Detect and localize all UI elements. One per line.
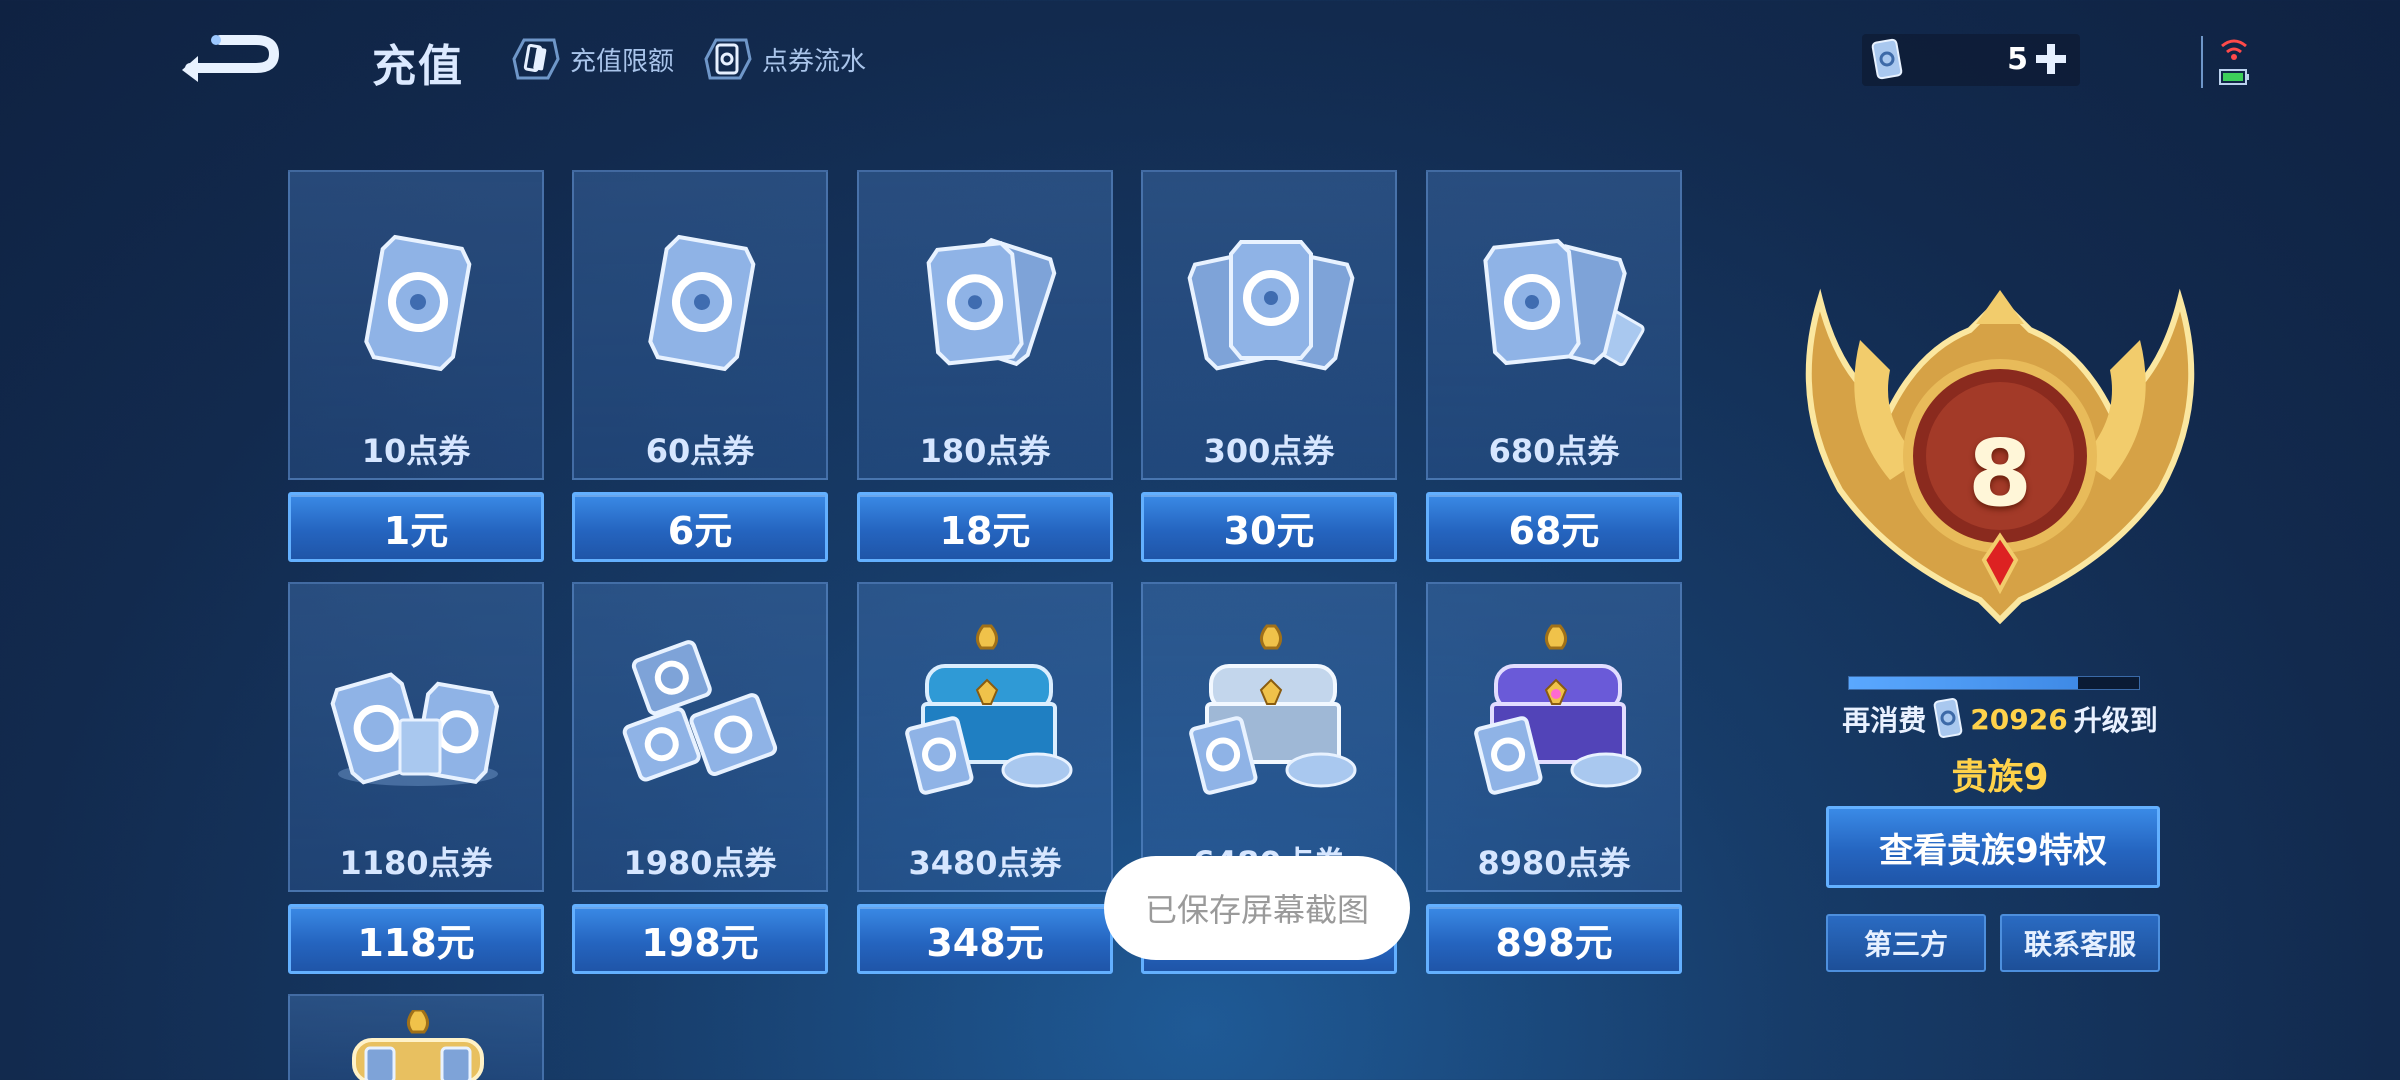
product-card[interactable]: 680点券 xyxy=(1426,170,1682,480)
noble-progress-fill xyxy=(1849,677,2079,689)
chest-silver-icon xyxy=(1189,624,1357,795)
product-quantity: 8980点券 xyxy=(1477,844,1631,882)
product-card[interactable]: 3480点券 xyxy=(857,582,1113,892)
coupon-flow-link[interactable]: 点券流水 xyxy=(700,36,866,82)
page-title: 充值 xyxy=(372,41,464,92)
coupon-icon xyxy=(1933,697,1963,739)
third-party-button[interactable]: 第三方 xyxy=(1826,914,1986,972)
product-quantity: 1980点券 xyxy=(623,844,777,882)
price-button[interactable]: 118元 xyxy=(288,904,544,974)
view-privileges-button[interactable]: 查看贵族9特权 xyxy=(1826,806,2160,888)
price-button[interactable]: 30元 xyxy=(1141,492,1397,562)
product-card[interactable]: 1180点券 xyxy=(288,582,544,892)
product-card[interactable]: 10点券 xyxy=(288,170,544,480)
product-quantity: 680点券 xyxy=(1488,432,1620,470)
product-card[interactable]: 1980点券 xyxy=(572,582,828,892)
coupon-icon xyxy=(1871,38,1903,80)
contact-service-button[interactable]: 联系客服 xyxy=(2000,914,2160,972)
product-quantity: 60点券 xyxy=(645,432,755,470)
card-icon xyxy=(512,38,560,80)
price-button[interactable]: 348元 xyxy=(857,904,1113,974)
coupon-balance: 5 xyxy=(1862,34,2080,86)
noble-progress-bar xyxy=(1848,676,2140,690)
coupon-stack-icon xyxy=(330,672,500,786)
recharge-limit-label: 充值限额 xyxy=(570,46,675,77)
price-button[interactable]: 198元 xyxy=(572,904,828,974)
chest-blue-icon xyxy=(905,624,1073,795)
spend-line: 再消费 20926 升级到 xyxy=(1760,696,2240,742)
spend-amount: 20926 xyxy=(1970,702,2068,736)
chest-gold-icon xyxy=(352,1010,484,1080)
coupon-flow-label: 点券流水 xyxy=(762,46,867,77)
top-bar: 充值 充值限额 点券流水 5 xyxy=(0,0,2400,120)
balance-amount: 5 xyxy=(2007,42,2028,77)
coupon-double-icon xyxy=(926,237,1057,367)
price-button[interactable]: 68元 xyxy=(1426,492,1682,562)
price-button[interactable]: 898元 xyxy=(1426,904,1682,974)
price-button[interactable]: 6元 xyxy=(572,492,828,562)
coupon-single-icon xyxy=(648,234,756,372)
chest-purple-icon xyxy=(1474,624,1642,795)
product-card[interactable] xyxy=(288,994,544,1080)
product-card[interactable]: 180点券 xyxy=(857,170,1113,480)
plus-icon[interactable] xyxy=(2032,40,2070,78)
product-card[interactable]: 8980点券 xyxy=(1426,582,1682,892)
product-quantity: 300点券 xyxy=(1203,432,1335,470)
product-quantity: 10点券 xyxy=(361,432,471,470)
coupon-icon xyxy=(704,38,752,80)
spend-suffix: 升级到 xyxy=(2073,704,2158,737)
coupon-fan-icon xyxy=(1483,238,1645,367)
price-button[interactable]: 1元 xyxy=(288,492,544,562)
product-quantity: 3480点券 xyxy=(908,844,1062,882)
target-noble-level: 贵族9 xyxy=(1951,757,2049,798)
noble-level-number: 8 xyxy=(1967,420,2032,527)
spend-prefix: 再消费 xyxy=(1842,704,1927,737)
coupon-pile-icon xyxy=(622,640,778,782)
product-card[interactable]: 300点券 xyxy=(1141,170,1397,480)
coupon-triple-icon xyxy=(1187,240,1355,371)
recharge-limit-link[interactable]: 充值限额 xyxy=(508,36,674,82)
price-button[interactable]: 18元 xyxy=(857,492,1113,562)
product-quantity: 1180点券 xyxy=(339,844,493,882)
product-card[interactable]: 60点券 xyxy=(572,170,828,480)
screenshot-saved-toast: 已保存屏幕截图 xyxy=(1104,856,1410,960)
back-arrow-icon[interactable] xyxy=(176,26,284,86)
wifi-battery-icon xyxy=(2201,36,2249,88)
product-quantity: 180点券 xyxy=(919,432,1051,470)
coupon-single-icon xyxy=(364,234,472,372)
product-card[interactable]: 6480点券 xyxy=(1141,582,1397,892)
